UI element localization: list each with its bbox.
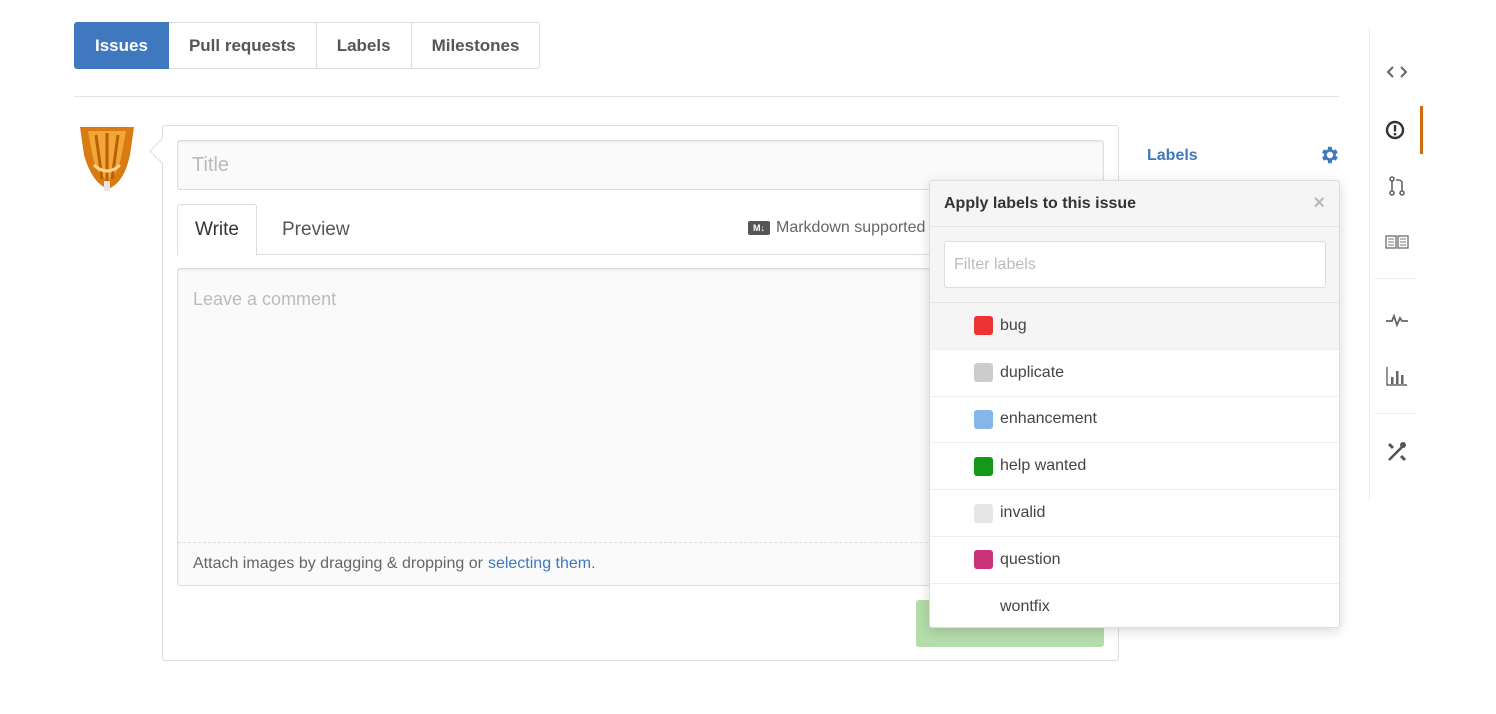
pulse-icon[interactable]: [1370, 296, 1423, 344]
label-option-question[interactable]: question: [930, 537, 1339, 584]
tab-milestones[interactable]: Milestones: [411, 22, 541, 69]
tab-issues[interactable]: Issues: [74, 22, 169, 69]
label-name: duplicate: [1000, 363, 1065, 381]
nav-separator: [1374, 278, 1417, 279]
avatar[interactable]: [74, 125, 140, 191]
sidebar-labels-heading[interactable]: Labels: [1147, 147, 1198, 165]
gear-icon[interactable]: [1318, 144, 1340, 166]
issues-subnav: Issues Pull requests Labels Milestones: [74, 22, 541, 69]
markdown-hint[interactable]: M↓ Markdown supported: [748, 219, 925, 237]
label-option-bug[interactable]: bug: [930, 303, 1339, 350]
label-name: enhancement: [1000, 410, 1097, 428]
markdown-icon: M↓: [748, 221, 770, 235]
markdown-hint-text: Markdown supported: [776, 219, 926, 236]
tab-labels[interactable]: Labels: [316, 22, 412, 69]
label-color-swatch: [974, 409, 993, 429]
label-name: help wanted: [1000, 457, 1087, 475]
label-color-swatch: [974, 456, 993, 476]
label-color-swatch: [974, 503, 993, 523]
label-option-wontfix[interactable]: wontfix: [930, 584, 1339, 627]
close-icon[interactable]: ×: [1313, 192, 1325, 215]
avatar-image: [74, 125, 140, 191]
comment-placeholder: Leave a comment: [193, 289, 337, 309]
wiki-icon[interactable]: [1370, 218, 1423, 266]
label-option-duplicate[interactable]: duplicate: [930, 350, 1339, 397]
code-icon[interactable]: [1370, 48, 1423, 96]
label-name: wontfix: [1000, 598, 1050, 616]
pull-requests-icon[interactable]: [1370, 162, 1423, 210]
filter-labels-input[interactable]: Filter labels: [944, 241, 1326, 288]
label-menu-header: Apply labels to this issue ×: [930, 181, 1339, 227]
label-name: bug: [1000, 316, 1027, 334]
label-list: bug duplicate enhancement help wanted invali…: [930, 303, 1339, 627]
label-option-help-wanted[interactable]: help wanted: [930, 443, 1339, 491]
label-name: question: [1000, 550, 1061, 568]
label-option-invalid[interactable]: invalid: [930, 490, 1339, 537]
repo-nav: [1369, 28, 1423, 500]
attach-period: .: [591, 555, 596, 572]
select-files-link[interactable]: selecting them: [488, 555, 591, 573]
issues-icon[interactable]: [1370, 106, 1423, 154]
tab-preview[interactable]: Preview: [265, 204, 367, 255]
label-color-swatch: [974, 598, 993, 617]
label-filter-section: Filter labels: [930, 227, 1339, 303]
tab-write[interactable]: Write: [177, 204, 257, 256]
attach-text: Attach images by dragging & dropping or: [193, 555, 483, 572]
nav-separator: [1374, 413, 1417, 414]
label-color-swatch: [974, 363, 993, 383]
settings-icon[interactable]: [1370, 428, 1423, 476]
label-option-enhancement[interactable]: enhancement: [930, 397, 1339, 444]
label-menu-title: Apply labels to this issue: [944, 194, 1137, 212]
header-divider: [74, 96, 1339, 97]
label-name: invalid: [1000, 504, 1046, 522]
graphs-icon[interactable]: [1370, 352, 1423, 400]
tab-pull-requests[interactable]: Pull requests: [168, 22, 317, 69]
label-select-menu: Apply labels to this issue × Filter labe…: [929, 180, 1340, 628]
label-color-swatch: [974, 550, 993, 570]
label-color-swatch: [974, 316, 993, 336]
